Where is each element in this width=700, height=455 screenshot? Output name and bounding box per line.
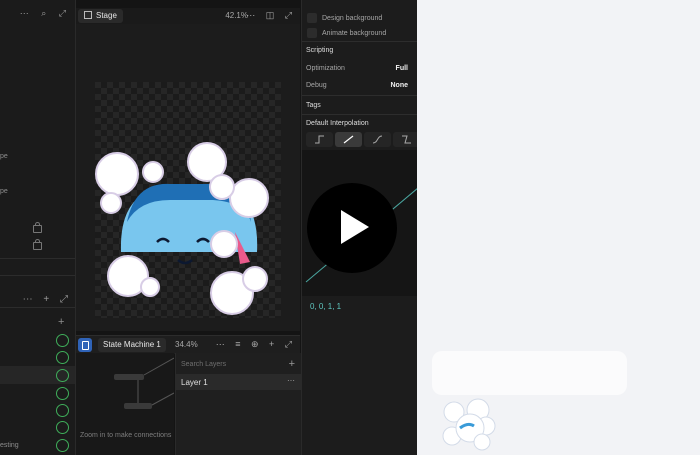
- grid-icon: [84, 11, 92, 19]
- more-icon[interactable]: ⋯: [287, 376, 295, 385]
- divider: [0, 307, 75, 308]
- state-circle-icon[interactable]: [56, 421, 69, 434]
- page-background: [417, 0, 700, 455]
- tab-stage[interactable]: Stage: [78, 9, 123, 23]
- stage-header-icons[interactable]: ⋯ ◫ ⤢: [246, 10, 296, 21]
- animate-background-label: Animate background: [322, 30, 387, 37]
- divider: [302, 95, 417, 96]
- state-machine-header: State Machine 1 34.4% ⋯ ≡ ⊕ + ⤢: [76, 335, 300, 354]
- state-circle-icon[interactable]: [56, 351, 69, 364]
- tab-state-machine[interactable]: State Machine 1: [98, 338, 166, 352]
- interpolation-selector: [306, 132, 417, 148]
- state-machine-icons[interactable]: ⋯ ≡ ⊕ + ⤢: [216, 339, 296, 350]
- interp-cubic-button[interactable]: [364, 132, 391, 147]
- animation-row-label[interactable]: esting: [0, 442, 19, 449]
- lock-icon[interactable]: [33, 239, 42, 250]
- optimization-value[interactable]: Full: [396, 65, 408, 72]
- debug-value[interactable]: None: [391, 82, 409, 89]
- design-background-label: Design background: [322, 15, 383, 22]
- animations-tools[interactable]: ⋯ + ⤢: [23, 294, 72, 305]
- state-circle-icon[interactable]: [56, 439, 69, 452]
- stage-zoom[interactable]: 42.1%: [225, 11, 248, 20]
- hierarchy-tools[interactable]: ⋯ ⌕ ⤢: [20, 8, 71, 19]
- tags-heading: Tags: [306, 102, 321, 109]
- layer-label: Layer 1: [181, 378, 208, 387]
- character-artwork: [95, 142, 269, 315]
- stage-header: Stage 42.1% ⋯ ◫ ⤢: [76, 8, 300, 24]
- hierarchy-toolbar: ⋯ ⌕ ⤢: [0, 8, 75, 22]
- design-background-checkbox[interactable]: [307, 13, 317, 23]
- interp-hold-button[interactable]: [306, 132, 333, 147]
- state-circle-icon[interactable]: [56, 404, 69, 417]
- state-circle-icon[interactable]: [56, 387, 69, 400]
- artboard[interactable]: [95, 82, 281, 318]
- zoom-hint: Zoom in to make connections: [80, 432, 172, 439]
- message-bubble: [432, 351, 627, 395]
- divider: [0, 275, 75, 276]
- animate-background-checkbox[interactable]: [307, 28, 317, 38]
- curve-values: 0, 0, 1, 1: [310, 302, 342, 311]
- state-machine-tab-label: State Machine 1: [103, 340, 161, 349]
- play-icon[interactable]: [307, 183, 397, 273]
- plus-icon[interactable]: +: [58, 316, 64, 328]
- interp-elastic-button[interactable]: [393, 132, 417, 147]
- state-circle-icon[interactable]: [56, 334, 69, 347]
- state-circle-icon[interactable]: [56, 369, 69, 382]
- layers-search-input[interactable]: Search Layers: [181, 361, 226, 368]
- hierarchy-row-label[interactable]: pe: [0, 188, 8, 195]
- state-machine-graph[interactable]: Zoom in to make connections: [76, 353, 175, 455]
- interpolation-heading: Default Interpolation: [306, 120, 369, 127]
- lock-icon[interactable]: [33, 222, 42, 233]
- hierarchy-row-label[interactable]: pe: [0, 153, 8, 160]
- state-machine-zoom[interactable]: 34.4%: [175, 340, 198, 349]
- divider: [0, 258, 75, 259]
- plus-icon[interactable]: +: [289, 358, 295, 370]
- interp-linear-button[interactable]: [335, 132, 362, 147]
- divider: [302, 41, 417, 42]
- hierarchy-panel: ⋯ ⌕ ⤢ pe pe ⋯ + ⤢ + esting: [0, 0, 76, 455]
- layer-row[interactable]: Layer 1 ⋯: [176, 374, 301, 390]
- scripting-heading: Scripting: [306, 47, 334, 54]
- divider: [302, 114, 417, 115]
- inspector-panel: Design background Animate background Scr…: [301, 0, 417, 455]
- optimization-label: Optimization: [306, 65, 345, 72]
- character-thumbnail[interactable]: [442, 398, 496, 452]
- stage-canvas[interactable]: [76, 24, 300, 331]
- layers-panel: Search Layers + Layer 1 ⋯: [175, 353, 301, 455]
- state-graph-lines: [114, 357, 175, 409]
- panel-toggle-button[interactable]: [78, 338, 92, 352]
- stage-tab-label: Stage: [96, 11, 117, 20]
- debug-label: Debug: [306, 82, 327, 89]
- rive-editor: ⋯ ⌕ ⤢ pe pe ⋯ + ⤢ + esting Stage 42.1% ⋯…: [0, 0, 417, 455]
